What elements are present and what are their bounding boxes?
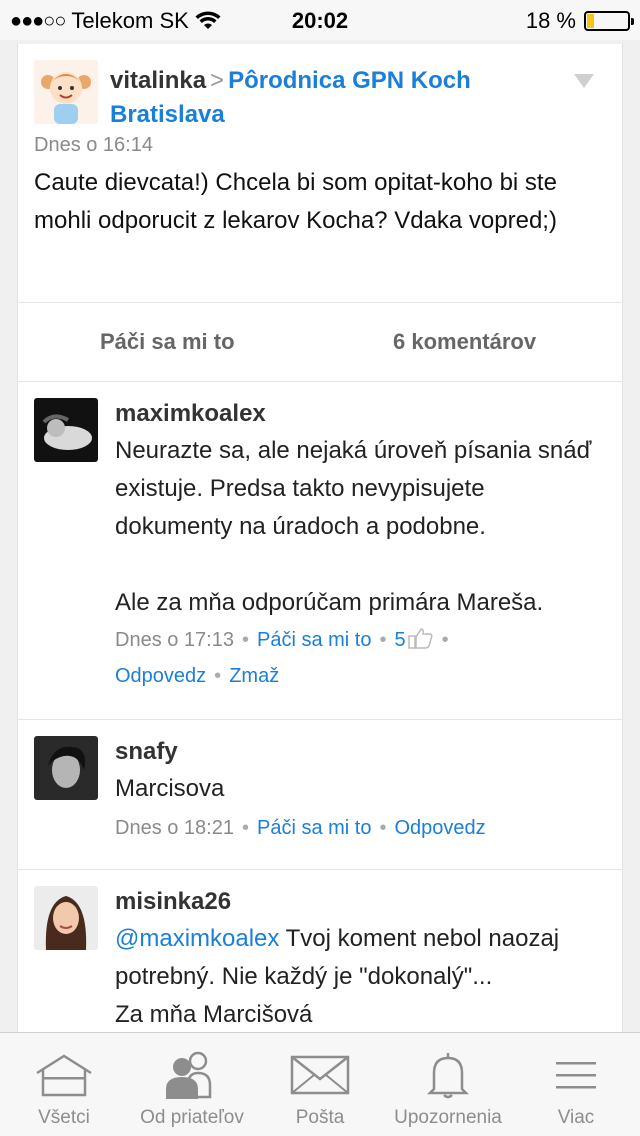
like-link[interactable]: Páči sa mi to [257,817,371,839]
avatar[interactable] [34,886,98,950]
like-link[interactable]: Páči sa mi to [257,629,371,651]
photo-avatar-icon [34,398,98,462]
battery-percent: 18 % [525,8,576,33]
dot-separator: • [214,665,222,687]
reply-link[interactable]: Odpovedz [395,817,486,839]
tab-label: Viac [557,1107,595,1128]
post-body: Caute dievcata!) Chcela bi som opitat-ko… [34,169,557,234]
dot-separator: • [379,817,387,839]
photo-avatar-icon [34,736,98,800]
dot-separator: • [441,629,449,651]
comment-text: Marcisova [115,775,225,802]
tab-label: Pošta [295,1107,345,1128]
photo-avatar-icon [34,886,98,950]
mention-link[interactable]: @maximkoalex [115,925,279,952]
delete-link[interactable]: Zmaž [229,665,279,687]
comment-meta: Dnes o 18:21 • Páči sa mi to • Odpovedz [115,810,605,846]
comments-button[interactable]: 6 komentárov [393,329,536,355]
post-actions: Páči sa mi to 6 komentárov [18,302,622,382]
house-icon [34,1051,94,1099]
post-time: Dnes o 16:14 [34,134,153,156]
thumbs-up-icon[interactable] [407,627,434,649]
comment-text: Neurazte sa, ale nejaká úroveň písania s… [115,437,592,540]
comment-author[interactable]: misinka26 [115,888,231,916]
tab-friends[interactable]: Od priateľov [128,1033,256,1136]
comment-time: Dnes o 18:21 [115,817,234,839]
comment-text: @maximkoalex Tvoj koment nebol naozaj po… [115,920,605,996]
battery-tip [631,18,634,25]
battery-icon [584,11,634,31]
tab-bar: Všetci Od priateľov Pošta Upozornenia Vi… [0,1032,640,1136]
comment: misinka26 @maximkoalex Tvoj koment nebol… [18,870,622,1032]
comment-text-2: Za mňa Marcišová [115,1001,313,1028]
comment-author[interactable]: maximkoalex [115,400,266,428]
battery-fill [587,14,595,28]
reply-link[interactable]: Odpovedz [115,665,206,687]
bell-icon [426,1051,470,1099]
tab-more[interactable]: Viac [512,1033,640,1136]
comment: maximkoalex Neurazte sa, ale nejaká úrov… [18,382,622,720]
like-button[interactable]: Páči sa mi to [100,329,235,355]
breadcrumb-separator: > [210,67,225,94]
tab-mail[interactable]: Pošta [256,1033,384,1136]
comment-text-2: Ale za mňa odporúčam primára Mareša. [115,589,544,616]
status-right: 18 % [525,8,634,34]
post-title: vitalinka > Pôrodnica GPN Koch Bratislava [110,64,570,132]
comment-meta: Dnes o 17:13 • Páči sa mi to • 5 • Odpovedz • Z… [115,622,605,694]
avatar[interactable] [34,398,98,462]
like-count[interactable]: 5 [395,629,406,651]
comment-author[interactable]: snafy [115,738,178,766]
post-author[interactable]: vitalinka [110,67,206,94]
tab-notifications[interactable]: Upozornenia [384,1033,512,1136]
comment: snafy Marcisova Dnes o 18:21 • Páči sa mi … [18,720,622,870]
girl-avatar-icon [34,60,98,124]
status-bar: ●●●○○ Telekom SK 20:02 18 % [0,0,640,40]
feed[interactable]: vitalinka > Pôrodnica GPN Koch Bratislava … [17,44,623,1032]
chevron-down-icon[interactable] [574,74,594,88]
tab-label: Od priateľov [140,1107,244,1128]
post-author-avatar[interactable] [34,60,98,124]
dot-separator: • [241,817,249,839]
comment-time: Dnes o 17:13 [115,629,234,651]
dot-separator: • [241,629,249,651]
tab-label: Upozornenia [394,1107,502,1128]
avatar[interactable] [34,736,98,800]
menu-icon [556,1051,596,1099]
friends-icon [162,1051,222,1099]
dot-separator: • [379,629,387,651]
mail-icon [290,1051,350,1099]
tab-label: Všetci [38,1107,90,1128]
tab-all[interactable]: Všetci [0,1033,128,1136]
